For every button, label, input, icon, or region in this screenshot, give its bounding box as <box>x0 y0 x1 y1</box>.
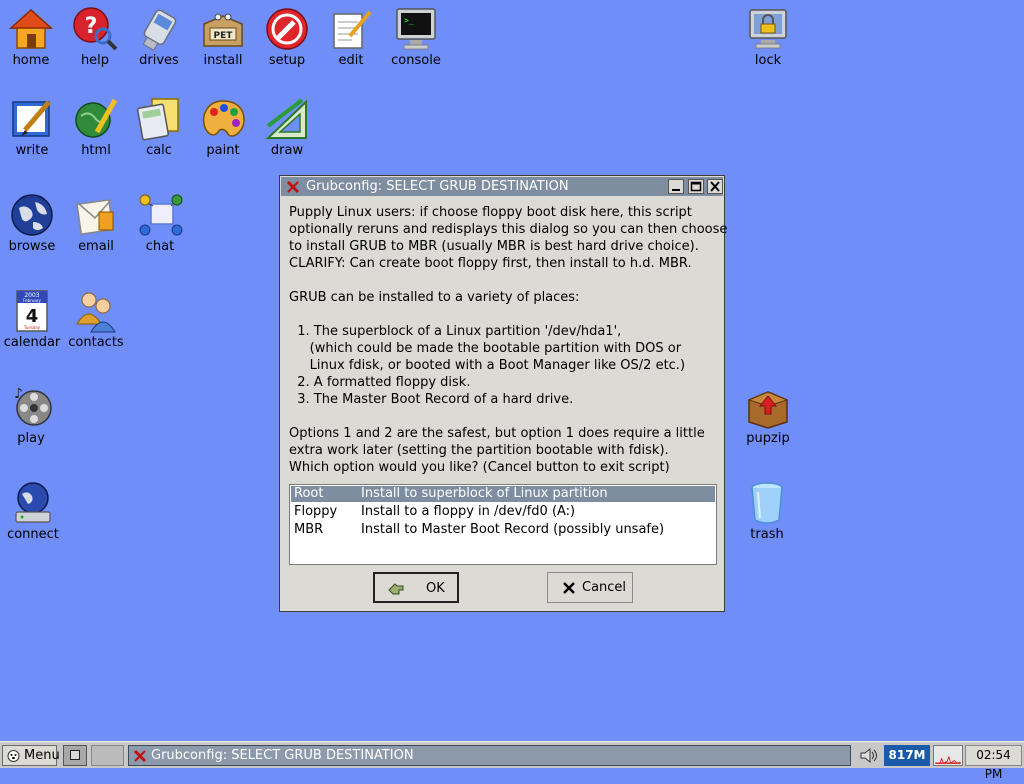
puppy-menu-icon <box>7 750 20 762</box>
desktop-pager-2[interactable] <box>91 745 124 766</box>
option-mbr[interactable]: MBR Install to Master Boot Record (possi… <box>290 521 716 539</box>
desktop-pager-1[interactable] <box>63 745 87 766</box>
cancel-label: Cancel <box>582 580 627 595</box>
browser-globe-icon <box>11 194 53 236</box>
paint-palette-icon <box>202 100 245 137</box>
trash-can-icon <box>751 482 783 524</box>
ok-hand-icon <box>388 583 404 595</box>
chat-label: chat <box>145 239 175 254</box>
taskbar-clock[interactable]: 02:54 PM <box>965 745 1022 781</box>
dialog-title: Grubconfig: SELECT GRUB DESTINATION <box>306 179 569 194</box>
console-label: console <box>391 53 441 68</box>
connect-label: connect <box>7 527 59 542</box>
option-description: Install to Master Boot Record (possibly … <box>361 522 665 537</box>
maximize-icon <box>690 181 702 192</box>
globe-pencil-icon <box>75 98 118 138</box>
home-icon <box>9 8 53 49</box>
write-pen-icon <box>12 100 51 137</box>
svg-text:♪: ♪ <box>14 386 23 402</box>
email-envelope-icon <box>76 199 114 235</box>
start-menu-button[interactable]: Menu <box>2 745 60 766</box>
taskbar: Menu Grubconfig: SELECT GRUB DESTINATION… <box>0 741 1024 781</box>
play-label: play <box>17 431 45 446</box>
media-film-reel-icon: ♪ <box>14 386 52 426</box>
minimize-icon <box>672 189 680 191</box>
ok-button[interactable]: OK <box>373 572 459 603</box>
desktop-icon-draw[interactable]: draw <box>247 96 327 158</box>
notepad-pencil-icon <box>333 10 372 49</box>
svg-text:>_: >_ <box>404 16 414 25</box>
archive-box-icon <box>747 391 789 429</box>
pupzip-label: pupzip <box>746 431 790 446</box>
calendar-weekday: Tuesday <box>23 325 41 330</box>
minimize-button[interactable] <box>668 179 684 194</box>
chat-network-icon <box>139 194 183 236</box>
contacts-label: contacts <box>68 335 124 350</box>
setup-wrench-icon <box>266 8 308 50</box>
desktop-icon-lock[interactable]: lock <box>728 6 808 68</box>
close-button[interactable] <box>707 179 723 194</box>
option-description: Install to superblock of Linux partition <box>361 486 608 501</box>
destination-option-list[interactable]: Root Install to superblock of Linux part… <box>289 484 717 565</box>
cancel-button[interactable]: Cancel <box>547 572 633 603</box>
close-icon <box>710 181 720 192</box>
trash-label: trash <box>750 527 784 542</box>
cancel-x-icon <box>563 582 575 594</box>
ok-label: OK <box>426 581 445 596</box>
connect-globe-modem-icon <box>15 482 51 523</box>
calculator-icon <box>136 98 179 141</box>
cpu-load-graph-icon[interactable] <box>933 745 963 766</box>
option-description: Install to a floppy in /dev/fd0 (A:) <box>361 504 576 519</box>
desktop-icon-play[interactable]: ♪ play <box>0 384 71 446</box>
free-memory-indicator[interactable]: 817M <box>884 745 930 766</box>
lock-label: lock <box>754 53 782 68</box>
taskbar-window-entry[interactable]: Grubconfig: SELECT GRUB DESTINATION <box>128 745 851 766</box>
x-app-icon <box>286 180 300 194</box>
maximize-button[interactable] <box>688 179 704 194</box>
menu-label: Menu <box>24 748 60 763</box>
option-floppy[interactable]: Floppy Install to a floppy in /dev/fd0 (… <box>290 503 716 521</box>
desktop-icon-console[interactable]: >_ console <box>376 6 456 68</box>
help-icon: ? <box>73 7 118 51</box>
terminal-monitor-icon: >_ <box>396 8 436 50</box>
taskbar-window-title: Grubconfig: SELECT GRUB DESTINATION <box>151 748 414 763</box>
desktop-icon-pupzip[interactable]: pupzip <box>728 384 808 446</box>
option-key: Root <box>294 486 324 501</box>
usb-drive-icon <box>142 9 177 51</box>
x-app-icon <box>133 749 147 763</box>
grubconfig-dialog: Grubconfig: SELECT GRUB DESTINATION Pupp… <box>279 175 728 612</box>
option-root[interactable]: Root Install to superblock of Linux part… <box>291 486 715 502</box>
contacts-people-icon <box>76 292 116 333</box>
desktop-icon-trash[interactable]: trash <box>727 480 807 542</box>
desktop-icon-contacts[interactable]: contacts <box>56 288 136 350</box>
option-key: Floppy <box>294 504 338 519</box>
dialog-titlebar[interactable]: Grubconfig: SELECT GRUB DESTINATION <box>281 177 723 196</box>
volume-speaker-icon[interactable] <box>858 746 880 765</box>
dialog-message: Pupply Linux users: if choose floppy boo… <box>289 205 728 475</box>
install-badge-text: PET <box>214 31 234 41</box>
calendar-day: 4 <box>26 306 39 327</box>
draw-triangle-ruler-icon <box>265 98 307 139</box>
draw-label: draw <box>270 143 304 158</box>
desktop-icon-connect[interactable]: connect <box>0 480 73 542</box>
desktop-icon-chat[interactable]: chat <box>120 192 200 254</box>
calendar-month: February <box>23 298 41 303</box>
option-key: MBR <box>294 522 324 537</box>
package-box-icon: PET <box>203 13 243 47</box>
lock-screen-icon <box>749 9 787 49</box>
calendar-icon: 2003 February 4 Tuesday <box>16 290 48 332</box>
